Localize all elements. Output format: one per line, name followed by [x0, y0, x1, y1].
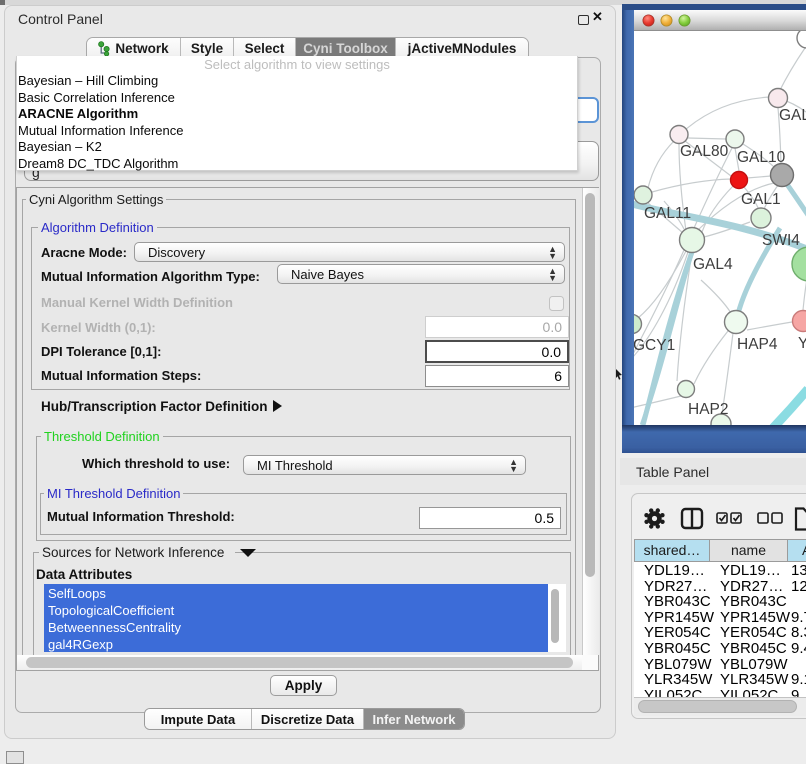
svg-text:GAL: GAL	[779, 107, 806, 124]
svg-text:GAL4: GAL4	[693, 256, 733, 273]
svg-text:HAP4: HAP4	[737, 336, 778, 353]
svg-text:GAL11: GAL11	[644, 205, 691, 222]
svg-text:GAL80: GAL80	[680, 143, 729, 160]
svg-text:HAP2: HAP2	[688, 401, 729, 418]
svg-text:GCY1: GCY1	[634, 337, 675, 354]
svg-text:Y: Y	[798, 335, 806, 352]
svg-text:GAL10: GAL10	[737, 149, 786, 166]
svg-text:GAL1: GAL1	[741, 191, 781, 208]
svg-text:SWI4: SWI4	[762, 232, 800, 249]
